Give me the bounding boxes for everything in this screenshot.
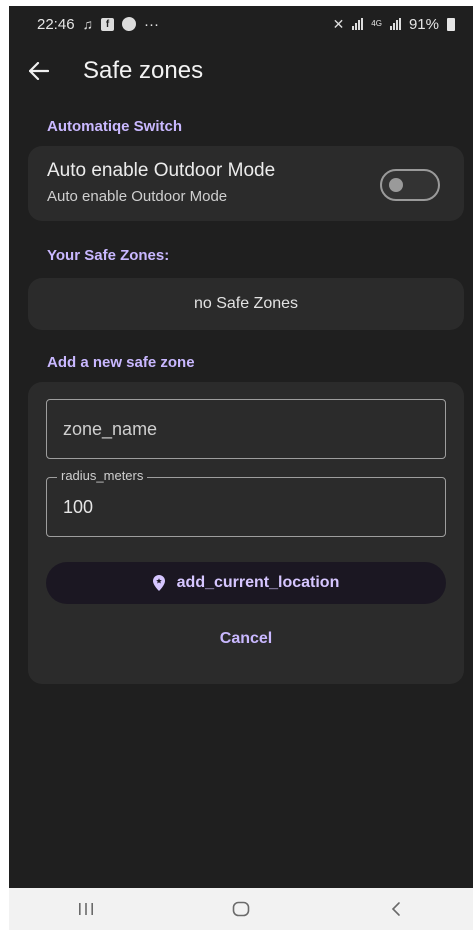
zone-name-input[interactable]: zone_name (46, 399, 446, 459)
auto-outdoor-mode-toggle[interactable] (380, 169, 440, 201)
status-right: ✕ 4G 91% (333, 16, 455, 33)
safe-zones-section-label: Your Safe Zones: (47, 247, 170, 264)
add-zone-card: zone_name radius_meters 100 add_current_… (28, 382, 464, 684)
add-current-location-button[interactable]: add_current_location (46, 562, 446, 604)
mute-icon: ✕ (332, 15, 345, 32)
radius-meters-input[interactable]: radius_meters 100 (46, 468, 446, 537)
cancel-button[interactable]: Cancel (28, 630, 464, 648)
location-pin-icon (152, 575, 165, 591)
automatic-switch-section-label: Automatiqe Switch (47, 118, 183, 135)
page-title: Safe zones (83, 57, 204, 84)
status-bar: 22:46 ♫ f ··· ✕ 4G 91% (9, 6, 473, 42)
auto-outdoor-mode-subtitle: Auto enable Outdoor Mode (47, 188, 228, 205)
back-chevron-icon (391, 902, 400, 916)
nav-back-button[interactable] (356, 888, 436, 930)
safe-zones-card: no Safe Zones (28, 278, 464, 330)
home-button[interactable] (201, 888, 281, 930)
battery-percent: 91% (408, 15, 439, 33)
arrow-left-icon (29, 62, 49, 80)
auto-outdoor-mode-card: Auto enable Outdoor Mode Auto enable Out… (28, 146, 464, 221)
home-icon (232, 901, 250, 917)
recents-icon (79, 903, 94, 915)
network-type: 4G (371, 19, 382, 28)
battery-icon (447, 17, 455, 31)
auto-outdoor-mode-title: Auto enable Outdoor Mode (47, 160, 276, 181)
messenger-icon (122, 17, 137, 31)
add-zone-section-label: Add a new safe zone (47, 354, 195, 371)
status-time: 22:46 (37, 15, 75, 33)
app-screen: 22:46 ♫ f ··· ✕ 4G 91% Safe zones Automa… (9, 6, 473, 930)
radius-meters-value: 100 (63, 496, 94, 517)
app-bar: Safe zones (9, 42, 473, 100)
status-left: 22:46 ♫ f ··· (37, 16, 159, 33)
back-button[interactable] (9, 42, 69, 100)
system-nav-bar (9, 888, 473, 930)
radius-meters-label: radius_meters (57, 468, 148, 483)
add-current-location-label: add_current_location (176, 574, 340, 591)
signal-icon-2 (389, 18, 401, 30)
signal-icon (352, 18, 364, 30)
recents-button[interactable] (46, 888, 126, 930)
no-safe-zones-text: no Safe Zones (193, 295, 299, 312)
toggle-knob (389, 178, 403, 192)
more-notifications: ··· (144, 15, 160, 33)
music-note-icon: ♫ (82, 16, 94, 32)
zone-name-placeholder: zone_name (63, 418, 158, 439)
facebook-icon: f (101, 17, 115, 31)
